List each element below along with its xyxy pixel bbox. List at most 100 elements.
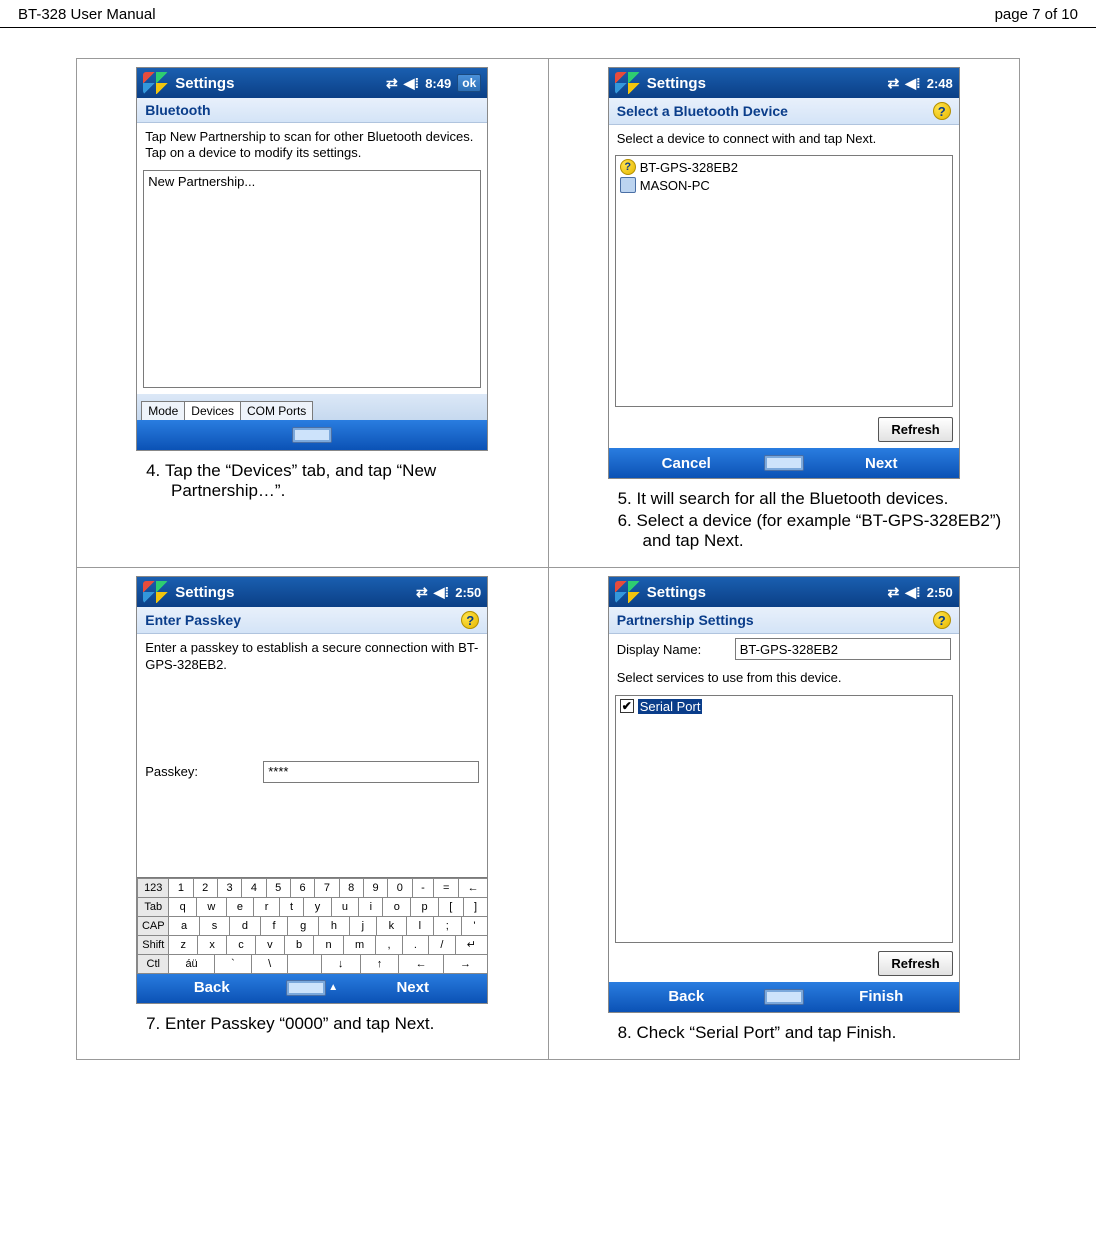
osk-key[interactable]: k <box>376 916 407 936</box>
osk-key[interactable]: Ctl <box>137 954 169 974</box>
osk-key[interactable]: d <box>229 916 261 936</box>
on-screen-keyboard[interactable]: 1231234567890-=← Tabqwertyuiop[] CAPasdf… <box>137 877 487 973</box>
osk-key[interactable]: / <box>428 935 455 955</box>
osk-key[interactable]: 0 <box>387 878 412 898</box>
osk-key[interactable]: s <box>199 916 230 936</box>
osk-key[interactable]: 6 <box>290 878 315 898</box>
osk-key[interactable]: ← <box>398 954 443 974</box>
ok-button[interactable]: ok <box>457 74 481 92</box>
osk-key[interactable]: n <box>313 935 344 955</box>
osk-key[interactable]: CAP <box>137 916 169 936</box>
osk-key[interactable]: → <box>443 954 488 974</box>
osk-key[interactable]: 5 <box>266 878 291 898</box>
volume-icon[interactable]: ◀⁞ <box>404 75 419 92</box>
osk-key[interactable]: \ <box>251 954 288 974</box>
service-serial-port[interactable]: ✔ Serial Port <box>620 699 948 714</box>
volume-icon[interactable]: ◀⁞ <box>905 75 920 92</box>
tab-com-ports[interactable]: COM Ports <box>240 401 313 420</box>
osk-key[interactable]: Tab <box>137 897 169 917</box>
finish-softkey[interactable]: Finish <box>804 988 959 1005</box>
device-item-pc[interactable]: MASON-PC <box>620 176 948 194</box>
volume-icon[interactable]: ◀⁞ <box>434 584 449 601</box>
help-icon[interactable]: ? <box>933 102 951 120</box>
connectivity-icon[interactable]: ⇄ <box>888 584 900 601</box>
partnerships-listbox[interactable]: New Partnership... <box>143 170 481 388</box>
cancel-softkey[interactable]: Cancel <box>609 455 764 472</box>
osk-key[interactable]: p <box>410 897 439 917</box>
help-icon[interactable]: ? <box>933 611 951 629</box>
osk-key[interactable]: r <box>253 897 279 917</box>
osk-key[interactable]: ] <box>463 897 489 917</box>
osk-key[interactable]: b <box>284 935 315 955</box>
osk-key[interactable]: a <box>168 916 200 936</box>
new-partnership-item[interactable]: New Partnership... <box>148 173 476 190</box>
tab-devices[interactable]: Devices <box>184 401 241 420</box>
keyboard-icon[interactable] <box>764 455 804 471</box>
start-icon[interactable] <box>615 72 641 94</box>
osk-key[interactable]: áü <box>168 954 215 974</box>
osk-key[interactable]: l <box>406 916 434 936</box>
osk-key[interactable]: ; <box>433 916 462 936</box>
osk-key[interactable]: ← <box>458 878 488 898</box>
osk-key[interactable]: t <box>279 897 305 917</box>
serial-port-checkbox[interactable]: ✔ <box>620 699 634 713</box>
osk-key[interactable]: ` <box>214 954 252 974</box>
osk-key[interactable]: o <box>382 897 411 917</box>
osk-key[interactable]: [ <box>438 897 464 917</box>
services-listbox[interactable]: ✔ Serial Port <box>615 695 953 943</box>
osk-key[interactable]: - <box>412 878 435 898</box>
osk-key[interactable]: u <box>331 897 360 917</box>
osk-key[interactable]: q <box>168 897 197 917</box>
osk-key[interactable]: ↵ <box>455 935 489 955</box>
osk-key[interactable]: 3 <box>217 878 242 898</box>
start-icon[interactable] <box>143 72 169 94</box>
osk-key[interactable]: e <box>226 897 255 917</box>
device-listbox[interactable]: ? BT-GPS-328EB2 MASON-PC <box>615 155 953 407</box>
osk-key[interactable]: m <box>343 935 377 955</box>
keyboard-icon[interactable] <box>292 427 332 443</box>
osk-key[interactable]: w <box>196 897 227 917</box>
osk-key[interactable]: ↓ <box>321 954 361 974</box>
osk-key[interactable]: . <box>402 935 429 955</box>
osk-key[interactable]: z <box>168 935 198 955</box>
start-icon[interactable] <box>615 581 641 603</box>
osk-key[interactable]: c <box>226 935 256 955</box>
volume-icon[interactable]: ◀⁞ <box>905 584 920 601</box>
refresh-button[interactable]: Refresh <box>878 951 952 976</box>
osk-key[interactable]: = <box>433 878 459 898</box>
osk-key[interactable]: v <box>255 935 285 955</box>
connectivity-icon[interactable]: ⇄ <box>416 584 428 601</box>
keyboard-icon[interactable] <box>764 989 804 1005</box>
next-softkey[interactable]: Next <box>804 455 959 472</box>
osk-key[interactable]: i <box>358 897 383 917</box>
display-name-input[interactable] <box>735 638 951 660</box>
osk-key[interactable]: Shift <box>137 935 169 955</box>
next-softkey[interactable]: Next <box>338 979 487 996</box>
osk-key[interactable]: x <box>197 935 227 955</box>
start-icon[interactable] <box>143 581 169 603</box>
osk-key[interactable]: 7 <box>314 878 339 898</box>
osk-key[interactable]: ↑ <box>360 954 400 974</box>
osk-key[interactable]: f <box>260 916 289 936</box>
help-icon[interactable]: ? <box>461 611 479 629</box>
osk-key[interactable]: 1 <box>168 878 193 898</box>
osk-key[interactable]: j <box>349 916 377 936</box>
osk-key[interactable]: 4 <box>241 878 266 898</box>
osk-key[interactable]: 9 <box>363 878 388 898</box>
refresh-button[interactable]: Refresh <box>878 417 952 442</box>
connectivity-icon[interactable]: ⇄ <box>386 75 398 92</box>
device-item-gps[interactable]: ? BT-GPS-328EB2 <box>620 158 948 176</box>
back-softkey[interactable]: Back <box>137 979 286 996</box>
osk-key[interactable]: 2 <box>193 878 218 898</box>
tab-mode[interactable]: Mode <box>141 401 185 420</box>
osk-key[interactable]: ' <box>461 916 489 936</box>
keyboard-toggle-icon[interactable]: ▲ <box>286 980 338 996</box>
osk-key[interactable] <box>287 954 321 974</box>
connectivity-icon[interactable]: ⇄ <box>888 75 900 92</box>
passkey-input[interactable] <box>263 761 479 783</box>
osk-key[interactable]: 123 <box>137 878 169 898</box>
osk-key[interactable]: g <box>287 916 319 936</box>
osk-key[interactable]: 8 <box>339 878 364 898</box>
osk-key[interactable]: , <box>375 935 402 955</box>
osk-key[interactable]: y <box>303 897 331 917</box>
